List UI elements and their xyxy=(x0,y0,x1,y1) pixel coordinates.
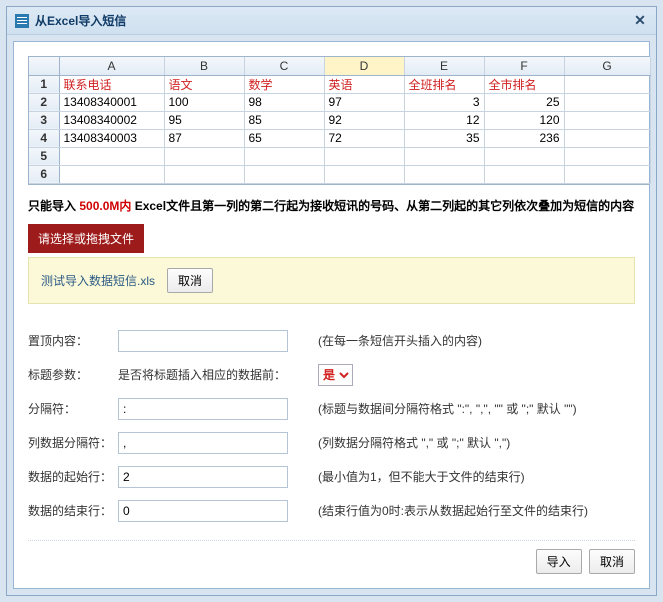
cell[interactable]: 13408340003 xyxy=(59,129,164,147)
cell[interactable]: 85 xyxy=(244,111,324,129)
cell[interactable] xyxy=(164,165,244,183)
prefix-hint: (在每一条短信开头插入的内容) xyxy=(318,332,482,349)
cell[interactable]: 100 xyxy=(164,93,244,111)
import-button[interactable]: 导入 xyxy=(536,549,582,574)
dialog-titlebar: 从Excel导入短信 ✕ xyxy=(7,7,656,35)
startrow-label: 数据的起始行： xyxy=(28,468,118,485)
row-3[interactable]: 3 xyxy=(29,111,59,129)
startrow-hint: (最小值为1，但不能大于文件的结束行) xyxy=(318,468,525,485)
excel-preview: A B C D E F G 1 联系电话 语文 数学 英语 全班排名 全市排名 xyxy=(28,56,650,185)
import-form: 置顶内容： (在每一条短信开头插入的内容) 标题参数： 是否将标题插入相应的数据… xyxy=(28,330,635,522)
cell[interactable] xyxy=(564,111,650,129)
sep-label: 分隔符： xyxy=(28,400,118,417)
note-text2: Excel文件且第一列的第二行起为接收短讯的号码、从第二列起的其它列依次叠加为短… xyxy=(131,199,634,213)
col-G[interactable]: G xyxy=(564,57,650,75)
sep-input[interactable] xyxy=(118,398,288,420)
cell[interactable]: 87 xyxy=(164,129,244,147)
cancel-button[interactable]: 取消 xyxy=(589,549,635,574)
cell[interactable]: 12 xyxy=(404,111,484,129)
prefix-label: 置顶内容： xyxy=(28,332,118,349)
dialog-footer: 导入 取消 xyxy=(28,540,635,574)
excel-icon xyxy=(15,14,29,28)
cell[interactable] xyxy=(244,147,324,165)
dialog-title: 从Excel导入短信 xyxy=(35,12,632,29)
note-text: 只能导入 xyxy=(28,199,79,213)
choose-or-drop-file-button[interactable]: 请选择或拖拽文件 xyxy=(28,224,144,253)
row-2[interactable]: 2 xyxy=(29,93,59,111)
cell[interactable]: 120 xyxy=(484,111,564,129)
prefix-input[interactable] xyxy=(118,330,288,352)
cell[interactable] xyxy=(164,147,244,165)
cell[interactable]: 92 xyxy=(324,111,404,129)
colsep-input[interactable] xyxy=(118,432,288,454)
cell[interactable]: 全班排名 xyxy=(404,75,484,93)
cell[interactable]: 3 xyxy=(404,93,484,111)
cell[interactable] xyxy=(244,165,324,183)
startrow-input[interactable] xyxy=(118,466,288,488)
cell[interactable]: 35 xyxy=(404,129,484,147)
import-note: 只能导入 500.0M内 Excel文件且第一列的第二行起为接收短讯的号码、从第… xyxy=(28,197,635,214)
dialog-close-button[interactable]: ✕ xyxy=(632,13,648,29)
cell[interactable]: 13408340002 xyxy=(59,111,164,129)
cell[interactable]: 数学 xyxy=(244,75,324,93)
cell[interactable]: 全市排名 xyxy=(484,75,564,93)
col-C[interactable]: C xyxy=(244,57,324,75)
cell[interactable] xyxy=(564,165,650,183)
title-param-label: 标题参数： xyxy=(28,366,118,383)
cell[interactable]: 95 xyxy=(164,111,244,129)
col-B[interactable]: B xyxy=(164,57,244,75)
cell[interactable] xyxy=(404,165,484,183)
cell[interactable] xyxy=(564,129,650,147)
col-D[interactable]: D xyxy=(324,57,404,75)
sep-hint: (标题与数据间分隔符格式 ":", ",", "" 或 ";" 默认 "") xyxy=(318,400,577,417)
endrow-label: 数据的结束行： xyxy=(28,502,118,519)
cell[interactable]: 联系电话 xyxy=(59,75,164,93)
col-A[interactable]: A xyxy=(59,57,164,75)
cell[interactable]: 65 xyxy=(244,129,324,147)
cell[interactable] xyxy=(484,165,564,183)
cell[interactable] xyxy=(324,165,404,183)
selected-filename: 测试导入数据短信.xls xyxy=(41,272,155,289)
colsep-label: 列数据分隔符： xyxy=(28,434,118,451)
row-4[interactable]: 4 xyxy=(29,129,59,147)
title-param-select[interactable]: 是 否 xyxy=(318,364,353,386)
col-E[interactable]: E xyxy=(404,57,484,75)
endrow-hint: (结束行值为0时:表示从数据起始行至文件的结束行) xyxy=(318,502,588,519)
cell[interactable]: 25 xyxy=(484,93,564,111)
cell[interactable] xyxy=(59,165,164,183)
cell[interactable]: 98 xyxy=(244,93,324,111)
cell[interactable]: 236 xyxy=(484,129,564,147)
cell[interactable] xyxy=(564,147,650,165)
cell[interactable] xyxy=(564,75,650,93)
import-excel-dialog: 从Excel导入短信 ✕ A B C D E F G xyxy=(6,6,657,596)
cell[interactable] xyxy=(59,147,164,165)
selected-file-box: 测试导入数据短信.xls 取消 xyxy=(28,257,635,304)
row-1[interactable]: 1 xyxy=(29,75,59,93)
cell[interactable]: 英语 xyxy=(324,75,404,93)
colsep-hint: (列数据分隔符格式 "," 或 ";" 默认 ",") xyxy=(318,434,510,451)
cell[interactable] xyxy=(404,147,484,165)
title-param-inline: 是否将标题插入相应的数据前： xyxy=(118,366,298,383)
row-6[interactable]: 6 xyxy=(29,165,59,183)
dialog-content: A B C D E F G 1 联系电话 语文 数学 英语 全班排名 全市排名 xyxy=(13,41,650,589)
cell[interactable] xyxy=(324,147,404,165)
endrow-input[interactable] xyxy=(118,500,288,522)
cell[interactable]: 97 xyxy=(324,93,404,111)
cell[interactable]: 13408340001 xyxy=(59,93,164,111)
note-limit: 500.0M内 xyxy=(79,199,131,213)
file-cancel-button[interactable]: 取消 xyxy=(167,268,213,293)
row-5[interactable]: 5 xyxy=(29,147,59,165)
cell[interactable]: 语文 xyxy=(164,75,244,93)
excel-corner xyxy=(29,57,59,75)
cell[interactable]: 72 xyxy=(324,129,404,147)
col-F[interactable]: F xyxy=(484,57,564,75)
cell[interactable] xyxy=(564,93,650,111)
cell[interactable] xyxy=(484,147,564,165)
